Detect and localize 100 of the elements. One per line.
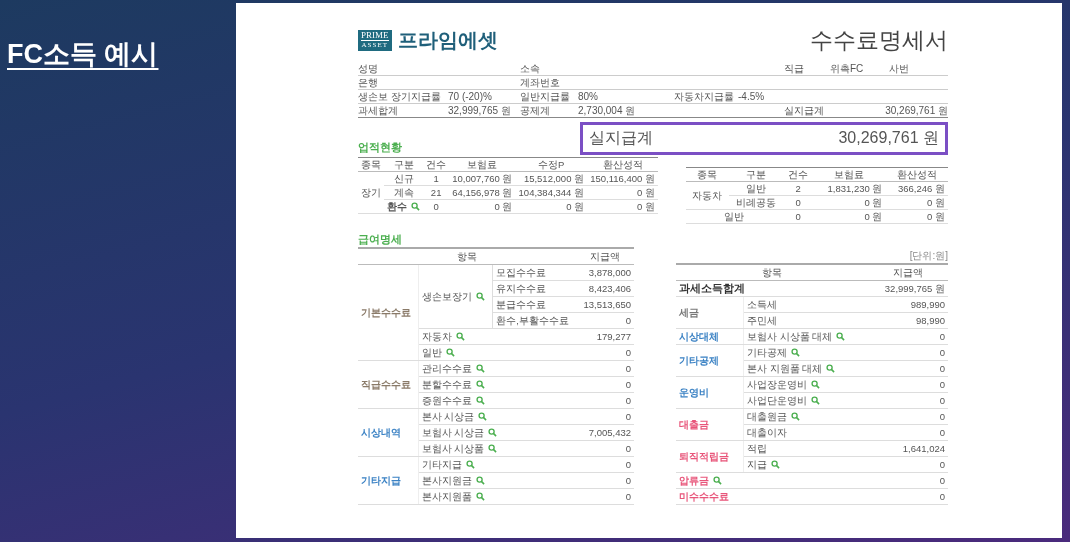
column-header: 수정P [515, 157, 588, 172]
category-label: 과세소득합계 [679, 282, 745, 294]
column-header: 종목 [358, 157, 385, 172]
table-cell: 환수,부활수수료 [492, 312, 577, 329]
search-icon[interactable] [475, 380, 485, 389]
table-cell: 15,512,000 원 [515, 171, 588, 186]
search-icon[interactable] [488, 444, 498, 453]
table-cell: 0 [868, 488, 948, 505]
search-icon[interactable] [791, 412, 801, 421]
field-value: 30,269,761 원 [885, 105, 948, 116]
column-header: 지급액 [576, 248, 634, 265]
item-label: 보험사 시상품 대체 [747, 331, 833, 342]
field-value: -4.5% [738, 91, 766, 102]
table-cell: 비례공동 [728, 195, 783, 210]
highlight-value: 30,269,761 원 [838, 128, 939, 148]
table-cell: 989,990 [868, 296, 948, 313]
table-cell: 0 [868, 424, 948, 441]
item-label: 일반 [421, 347, 442, 358]
field-label: 실지급계 [784, 105, 825, 116]
item-label: 분할수수료 [421, 379, 472, 390]
table-cell: 0 원 [515, 199, 588, 214]
category-label: 기타지급 [361, 475, 401, 486]
field-label: 소속 [520, 63, 541, 74]
search-icon[interactable] [475, 292, 485, 301]
item-label: 관리수수료 [421, 363, 472, 374]
search-icon[interactable] [475, 492, 485, 501]
category-label: 시상대체 [679, 331, 719, 342]
table-cell: 0 [423, 199, 450, 214]
item-label: 본사지원품 [421, 491, 472, 502]
field-label: 과세합계 [358, 105, 399, 116]
section-title: 급여명세 [358, 232, 403, 247]
row-label: 환수 [387, 201, 408, 212]
table-cell: 일반 [686, 209, 783, 224]
search-icon[interactable] [465, 460, 475, 469]
table-cell: 2 [782, 181, 814, 196]
item-label: 지급 [747, 459, 768, 470]
category-label: 기본수수료 [361, 307, 411, 318]
table-cell: 0 [576, 392, 634, 409]
table-cell: 모집수수료 [492, 264, 577, 281]
search-icon[interactable] [836, 332, 846, 341]
search-icon[interactable] [475, 396, 485, 405]
table-cell: 104,384,344 원 [515, 185, 588, 200]
column-header: 환산성적 [885, 167, 948, 182]
table-cell: 7,005,432 [576, 424, 634, 441]
search-icon[interactable] [475, 364, 485, 373]
search-icon[interactable] [713, 476, 722, 485]
table-cell: 32,999,765 원 [868, 280, 948, 297]
table-cell: 13,513,650 [576, 296, 634, 313]
search-icon[interactable] [411, 202, 421, 211]
table-cell: 장기 [358, 171, 385, 214]
table-cell: 0 [576, 488, 634, 505]
search-icon[interactable] [478, 412, 488, 421]
search-icon[interactable] [475, 476, 485, 485]
item-label: 사업단운영비 [747, 395, 808, 406]
table-cell: 1 [423, 171, 450, 186]
field-label: 자동차지급률 [674, 91, 735, 102]
row-label: 신규 [393, 173, 414, 184]
table-cell: 0 [576, 456, 634, 473]
search-icon[interactable] [445, 348, 455, 357]
unit-note: [단위:원] [909, 249, 948, 263]
brand-name: 프라임에셋 [397, 28, 498, 53]
table-cell: 0 [782, 195, 814, 210]
search-icon[interactable] [488, 428, 498, 437]
search-icon[interactable] [811, 396, 821, 405]
item-label: 적립 [747, 443, 768, 454]
item-label: 본사지원금 [421, 475, 472, 486]
field-label: 생손보 장기지급률 [358, 91, 442, 102]
table-cell: 3,878,000 [576, 264, 634, 281]
table-cell: 0 [868, 328, 948, 345]
field-value: 80% [578, 91, 599, 102]
table-cell: 0 원 [587, 199, 658, 214]
document-title: 수수료명세서 [810, 26, 948, 55]
table-cell: 8,423,406 [576, 280, 634, 297]
field-label: 성명 [358, 63, 379, 74]
field-label: 은행 [358, 77, 379, 88]
table-cell: 0 [576, 472, 634, 489]
search-icon[interactable] [455, 332, 465, 341]
search-icon[interactable] [826, 364, 836, 373]
table-cell: 일반 [728, 181, 783, 196]
item-label: 주민세 [747, 315, 778, 326]
column-header: 지급액 [868, 264, 948, 281]
column-header: 환산성적 [587, 157, 658, 172]
section-title: 업적현황 [358, 140, 402, 155]
category-label: 미수수수료 [679, 491, 729, 502]
item-label: 보험사 시상금 [421, 427, 485, 438]
table-cell: 0 원 [813, 209, 886, 224]
search-icon[interactable] [791, 348, 801, 357]
table-cell: 0 [868, 456, 948, 473]
table-cell: 1,641,024 [868, 440, 948, 457]
table-cell: 자동차 [686, 181, 729, 210]
column-header: 건수 [782, 167, 814, 182]
category-label: 운영비 [679, 387, 709, 398]
search-icon[interactable] [811, 380, 821, 389]
table-cell: 0 원 [449, 199, 516, 214]
table-cell: 0 [576, 376, 634, 393]
table-cell: 0 원 [813, 195, 886, 210]
category-label: 직급수수료 [361, 379, 411, 390]
field-label: 직급 [784, 63, 805, 74]
table-cell: 1,831,230 원 [813, 181, 886, 196]
search-icon[interactable] [771, 460, 781, 469]
